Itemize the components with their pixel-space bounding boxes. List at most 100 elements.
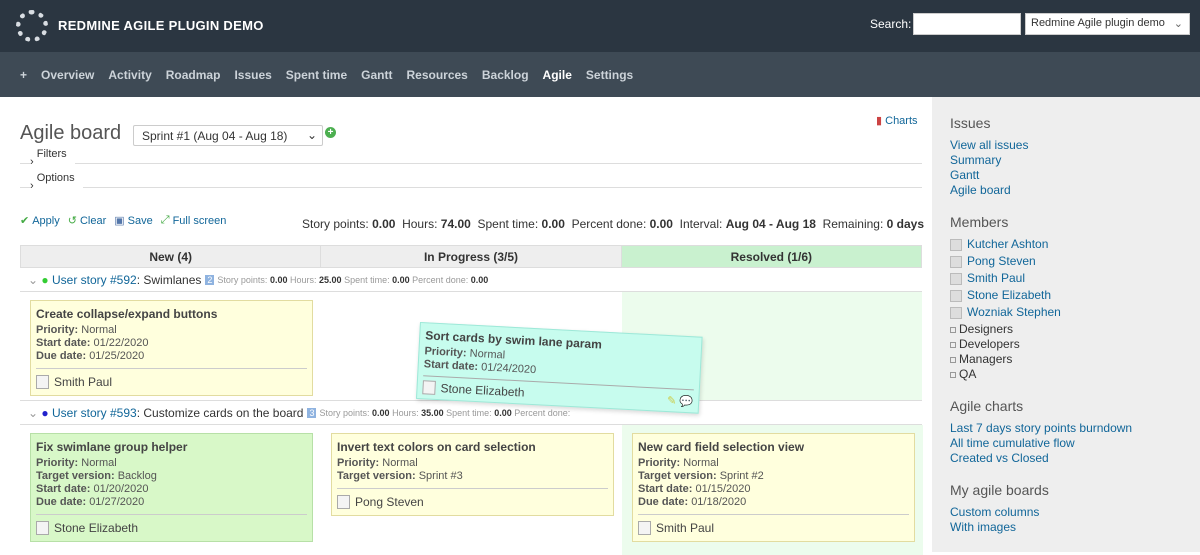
nav-agile[interactable]: Agile <box>543 68 572 82</box>
column-new: New (4) <box>149 250 192 264</box>
filters-label: Filters <box>36 148 71 160</box>
lane-stat-label: Percent done: <box>514 407 571 418</box>
card-start-date: 01/22/2020 <box>93 337 149 349</box>
issue-card[interactable]: Create collapse/expand buttons Priority:… <box>30 300 313 396</box>
field-label: Start date: <box>638 483 693 495</box>
total-label: Remaining: <box>822 217 884 231</box>
sidebar-link[interactable]: Summary <box>950 153 1182 168</box>
nav-roadmap[interactable]: Roadmap <box>166 68 221 82</box>
total-value: 74.00 <box>440 217 471 231</box>
collapse-icon[interactable]: ⌄ <box>28 273 38 287</box>
group-icon <box>950 326 956 333</box>
member-link[interactable]: Wozniak Stephen <box>950 305 1182 320</box>
collapse-icon[interactable]: ⌄ <box>28 406 38 420</box>
nav-backlog[interactable]: Backlog <box>482 68 529 82</box>
project-select[interactable]: Redmine Agile plugin demo ⌄ <box>1025 13 1190 35</box>
dragged-issue-card[interactable]: Sort cards by swim lane param Priority: … <box>415 322 703 414</box>
card-assignee[interactable]: Smith Paul <box>656 521 714 535</box>
avatar <box>950 289 962 302</box>
member-link[interactable]: Pong Steven <box>950 254 1182 269</box>
lane-stat-value: 0.00 <box>372 407 390 418</box>
nav-new[interactable]: + <box>20 68 27 82</box>
lane-stat-label: Story points: <box>217 274 268 285</box>
lane-title: : Swimlanes <box>136 272 202 287</box>
reload-icon: ↺ <box>67 215 77 227</box>
member-link[interactable]: Stone Elizabeth <box>950 288 1182 303</box>
field-label: Target version: <box>337 470 416 482</box>
nav-settings[interactable]: Settings <box>586 68 633 82</box>
avatar <box>422 380 436 395</box>
group-item[interactable]: Developers <box>950 337 1182 352</box>
filters-toggle[interactable]: › Filters <box>20 148 922 176</box>
add-sprint-icon[interactable]: + <box>325 127 336 138</box>
swimlane-header[interactable]: ⌄ ● User story #592: Swimlanes 2 Story p… <box>20 268 922 292</box>
nav-overview[interactable]: Overview <box>41 68 94 82</box>
chart-link[interactable]: Created vs Closed <box>950 451 1182 466</box>
cell-in-progress: Invert text colors on card selection Pri… <box>321 425 622 555</box>
avatar <box>36 521 49 535</box>
member-link[interactable]: Kutcher Ashton <box>950 237 1182 252</box>
chevron-down-icon: ⌄ <box>1173 18 1183 30</box>
column-resolved: Resolved (1/6) <box>620 246 921 267</box>
field-label: Start date: <box>36 483 91 495</box>
chart-link[interactable]: Last 7 days story points burndown <box>950 421 1182 436</box>
cell-resolved: New card field selection view Priority: … <box>622 425 923 555</box>
issue-card[interactable]: Invert text colors on card selection Pri… <box>331 433 614 516</box>
group-item[interactable]: Designers <box>950 322 1182 337</box>
sprint-select[interactable]: Sprint #1 (Aug 04 - Aug 18) ⌄ <box>133 125 323 146</box>
card-title: Fix swimlane group helper <box>36 440 188 454</box>
member-link[interactable]: Smith Paul <box>950 271 1182 286</box>
lane-stat-label: Hours: <box>392 407 419 418</box>
clear-button[interactable]: ↺ Clear <box>67 214 107 228</box>
card-title: New card field selection view <box>638 440 805 454</box>
group-icon <box>950 356 956 363</box>
issue-card[interactable]: New card field selection view Priority: … <box>632 433 915 542</box>
edit-icon[interactable]: ✎ <box>667 395 677 407</box>
card-priority: Normal <box>382 457 418 469</box>
options-toggle[interactable]: › Options <box>20 172 922 200</box>
avatar <box>950 255 962 268</box>
card-title: Invert text colors on card selection <box>337 440 536 454</box>
nav-spent-time[interactable]: Spent time <box>286 68 347 82</box>
group-item[interactable]: Managers <box>950 352 1182 367</box>
comment-icon[interactable]: 💬 <box>679 396 693 409</box>
sidebar-heading: My agile boards <box>950 482 1049 498</box>
card-assignee[interactable]: Pong Steven <box>355 495 424 509</box>
user-story-link[interactable]: User story #592 <box>52 273 137 287</box>
card-due-date: 01/25/2020 <box>89 350 145 362</box>
lane-stat-label: Spent time: <box>344 274 390 285</box>
sidebar-heading: Members <box>950 214 1009 230</box>
group-icon <box>950 341 956 348</box>
card-title: Create collapse/expand buttons <box>36 307 218 321</box>
group-name: Designers <box>959 322 1014 336</box>
check-icon: ✔ <box>20 215 30 227</box>
issue-card[interactable]: Fix swimlane group helper Priority: Norm… <box>30 433 313 542</box>
total-label: Interval: <box>679 217 723 231</box>
nav-gantt[interactable]: Gantt <box>361 68 392 82</box>
sidebar-link[interactable]: View all issues <box>950 138 1182 153</box>
nav-activity[interactable]: Activity <box>108 68 151 82</box>
card-assignee[interactable]: Stone Elizabeth <box>54 521 138 535</box>
save-button[interactable]: ▣ Save <box>114 214 152 228</box>
apply-button[interactable]: ✔ Apply <box>20 214 60 228</box>
options-label: Options <box>36 172 79 184</box>
sidebar-link[interactable]: Gantt <box>950 168 1182 183</box>
sidebar-link[interactable]: Agile board <box>950 183 1182 198</box>
user-story-link[interactable]: User story #593 <box>52 406 137 420</box>
fullscreen-label: Full screen <box>172 214 227 227</box>
fullscreen-button[interactable]: ⤢ Full screen <box>161 214 227 227</box>
card-assignee[interactable]: Stone Elizabeth <box>440 381 525 399</box>
card-assignee[interactable]: Smith Paul <box>54 375 112 389</box>
chart-link[interactable]: All time cumulative flow <box>950 436 1182 451</box>
charts-link[interactable]: ▮ Charts <box>876 114 918 127</box>
field-label: Priority: <box>36 457 79 469</box>
board-link[interactable]: Custom columns <box>950 505 1182 520</box>
group-item[interactable]: QA <box>950 367 1182 382</box>
swimlane-header[interactable]: ⌄ ● User story #593: Customize cards on … <box>20 401 922 425</box>
nav-resources[interactable]: Resources <box>406 68 467 82</box>
board-link[interactable]: With images <box>950 520 1182 535</box>
card-start-date: 01/20/2020 <box>93 483 149 495</box>
search-input[interactable] <box>913 13 1021 35</box>
card-due-date: 01/27/2020 <box>89 496 145 508</box>
nav-issues[interactable]: Issues <box>234 68 271 82</box>
